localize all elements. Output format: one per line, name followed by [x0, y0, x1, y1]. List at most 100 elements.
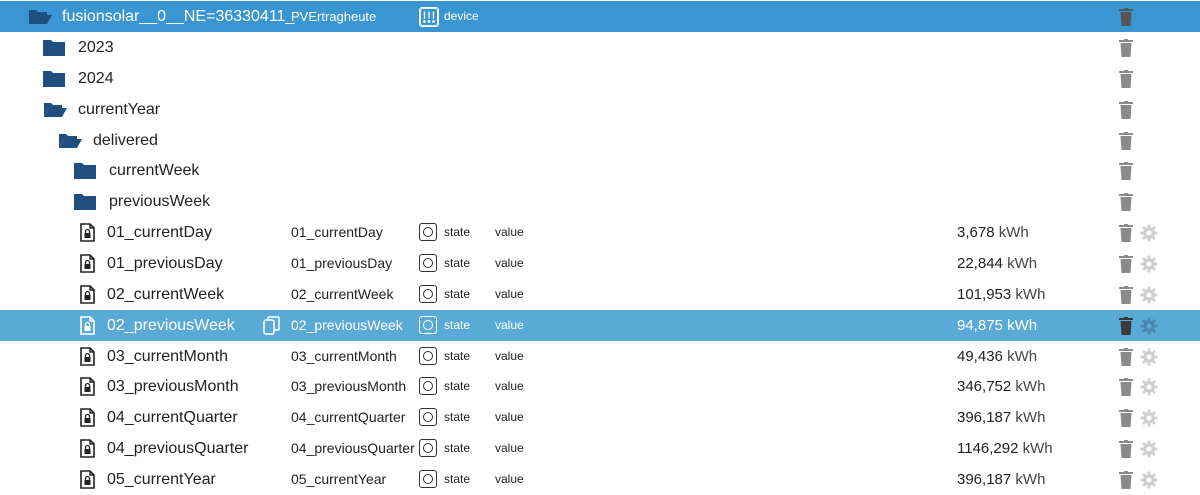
gear-icon[interactable] [1140, 286, 1158, 304]
file-lock-icon [80, 377, 95, 397]
file-lock-icon [80, 470, 95, 489]
state-name: 04_previousQuarter [107, 440, 249, 458]
state-name: 03_currentMonth [107, 347, 228, 365]
tree-row-folder-2024[interactable]: 2024 [0, 63, 1200, 94]
trash-icon[interactable] [1119, 162, 1133, 181]
tree-row-folder-currentYear[interactable]: currentYear [0, 94, 1200, 125]
state-subname: 01_previousDay [291, 254, 393, 271]
state-role: value [495, 255, 524, 270]
tree-row-state-04_previousQuarter[interactable]: 04_previousQuarter 04_previousQuarter st… [0, 433, 1200, 464]
trash-icon[interactable] [1119, 409, 1133, 428]
folder-name: 2023 [78, 39, 114, 56]
state-type-icon [419, 439, 437, 458]
tree-row-state-02_currentWeek[interactable]: 02_currentWeek 02_currentWeek state valu… [0, 279, 1200, 310]
gear-icon[interactable] [1140, 255, 1158, 273]
file-lock-icon [80, 284, 95, 304]
state-subname: 05_currentYear [291, 470, 387, 487]
state-name: 01_previousDay [107, 254, 223, 272]
state-value[interactable]: 3,678 kWh [957, 217, 1029, 248]
folder-open-icon[interactable] [58, 132, 83, 149]
folder-icon[interactable] [74, 193, 96, 211]
folder-name: previousWeek [109, 193, 211, 211]
state-value[interactable]: 101,953 kWh [957, 279, 1045, 310]
trash-icon[interactable] [1119, 100, 1133, 119]
tree-row-state-01_currentDay[interactable]: 01_currentDay 01_currentDay state value … [0, 217, 1200, 248]
trash-icon[interactable] [1119, 193, 1133, 212]
folder-icon[interactable] [43, 70, 65, 87]
state-type: state [444, 255, 471, 270]
gear-icon[interactable] [1140, 409, 1158, 427]
state-type: state [444, 441, 471, 456]
state-type: state [444, 317, 471, 332]
trash-icon[interactable] [1119, 470, 1133, 489]
file-lock-icon [80, 254, 95, 273]
state-name: 04_currentQuarter [107, 409, 238, 427]
state-value[interactable]: 346,752 kWh [957, 371, 1045, 402]
copy-icon[interactable] [263, 315, 280, 335]
state-subname: 04_previousQuarter [291, 440, 415, 457]
state-value[interactable]: 94,875 kWh [957, 310, 1037, 341]
trash-icon[interactable] [1119, 378, 1133, 397]
folder-name: currentWeek [109, 162, 200, 180]
trash-icon[interactable] [1119, 285, 1133, 304]
file-lock-icon [80, 439, 95, 458]
tree-row-folder-currentWeek[interactable]: currentWeek [0, 155, 1200, 186]
state-type-icon [419, 469, 437, 488]
tree-row-folder-previousWeek[interactable]: previousWeek [0, 186, 1200, 217]
tree-row-state-01_previousDay[interactable]: 01_previousDay 01_previousDay state valu… [0, 248, 1200, 279]
trash-icon[interactable] [1119, 39, 1133, 57]
state-type: state [444, 286, 471, 301]
state-type-icon [419, 253, 437, 272]
state-role: value [495, 286, 524, 301]
gear-icon[interactable] [1140, 440, 1158, 458]
state-type-icon [419, 346, 437, 365]
state-type-icon [419, 223, 437, 242]
folder-name: delivered [93, 131, 158, 149]
state-value[interactable]: 49,436 kWh [957, 341, 1037, 372]
folder-open-icon[interactable] [28, 8, 53, 25]
trash-icon[interactable] [1119, 131, 1133, 150]
file-lock-icon [80, 408, 95, 427]
gear-icon[interactable] [1140, 317, 1158, 335]
tree-row-state-02_previousWeek[interactable]: 02_previousWeek 02_previousWeek state va… [0, 309, 1200, 341]
folder-open-icon[interactable] [43, 101, 68, 118]
root-name: fusionsolar__0__NE=36330411_ [62, 8, 295, 25]
tree-row-root[interactable]: fusionsolar__0__NE=36330411_ PVErtragheu… [0, 1, 1200, 32]
trash-icon[interactable] [1119, 254, 1133, 273]
state-value[interactable]: 396,187 kWh [957, 464, 1045, 495]
state-type-icon [419, 315, 437, 334]
file-lock-icon [80, 346, 95, 366]
state-subname: 02_previousWeek [291, 316, 403, 333]
trash-icon[interactable] [1119, 316, 1133, 335]
state-value[interactable]: 22,844 kWh [957, 248, 1037, 279]
folder-icon[interactable] [43, 39, 65, 56]
state-value[interactable]: 1146,292 kWh [957, 433, 1053, 464]
tree-row-state-03_currentMonth[interactable]: 03_currentMonth 03_currentMonth state va… [0, 341, 1200, 372]
tree-row-state-05_currentYear[interactable]: 05_currentYear 05_currentYear state valu… [0, 464, 1200, 495]
state-name: 03_previousMonth [107, 378, 239, 396]
state-value[interactable]: 396,187 kWh [957, 402, 1045, 433]
gear-icon[interactable] [1140, 378, 1158, 396]
tree-row-state-04_currentQuarter[interactable]: 04_currentQuarter 04_currentQuarter stat… [0, 402, 1200, 433]
trash-icon[interactable] [1119, 440, 1133, 459]
gear-icon[interactable] [1140, 471, 1158, 489]
trash-icon[interactable] [1119, 347, 1133, 366]
state-type: state [444, 410, 471, 425]
folder-icon[interactable] [74, 162, 96, 180]
file-lock-icon [80, 315, 95, 335]
state-role: value [495, 471, 524, 486]
tree-row-state-03_previousMonth[interactable]: 03_previousMonth 03_previousMonth state … [0, 371, 1200, 402]
state-type: state [444, 379, 471, 394]
state-role: value [495, 410, 524, 425]
tree-row-folder-delivered[interactable]: delivered [0, 125, 1200, 156]
trash-icon[interactable] [1119, 69, 1133, 88]
trash-icon[interactable] [1119, 224, 1133, 243]
trash-icon[interactable] [1119, 8, 1133, 26]
tree-row-folder-2023[interactable]: 2023 [0, 32, 1200, 63]
state-type-icon [419, 408, 437, 427]
state-role: value [495, 441, 524, 456]
state-role: value [495, 317, 524, 332]
root-role: device [444, 9, 479, 23]
gear-icon[interactable] [1140, 347, 1158, 366]
gear-icon[interactable] [1140, 224, 1158, 242]
